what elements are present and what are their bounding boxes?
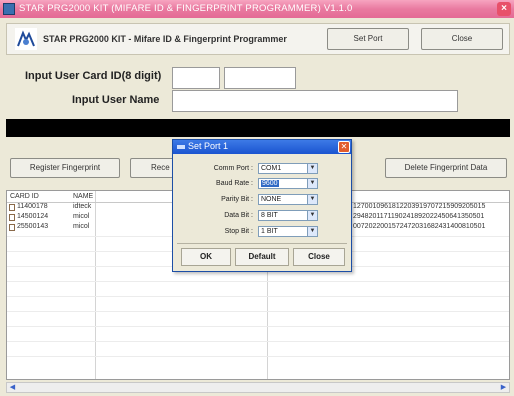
baud-rate-value: 9600	[261, 180, 279, 187]
set-port-dialog: Set Port 1 ✕ Comm Port : COM1 ▼ Baud Rat…	[172, 139, 352, 272]
card-id-input-1[interactable]	[172, 67, 220, 89]
dialog-close-icon[interactable]: ✕	[338, 141, 350, 153]
comm-port-value: COM1	[261, 165, 282, 172]
fingerprint-data-cell: 2948201171190241892022450641350501	[353, 213, 485, 220]
name-cell: micol	[73, 213, 90, 220]
receive-button[interactable]: Rece	[130, 158, 174, 178]
delete-fingerprint-data-button[interactable]: Delete Fingerprint Data	[385, 158, 507, 178]
row-divider	[7, 311, 509, 312]
baud-rate-label: Baud Rate :	[216, 180, 253, 187]
card-id-cell: 11400178	[17, 203, 48, 210]
name-cell: micol	[73, 223, 90, 230]
row-divider	[7, 296, 509, 297]
header-title: STAR PRG2000 KIT - Mifare ID & Fingerpri…	[43, 34, 287, 44]
register-fingerprint-button[interactable]: Register Fingerprint	[10, 158, 120, 178]
user-name-input[interactable]	[172, 90, 458, 112]
row-divider	[7, 341, 509, 342]
ok-button[interactable]: OK	[181, 248, 231, 266]
parity-bit-select[interactable]: NONE ▼	[258, 194, 318, 205]
chevron-down-icon[interactable]: ▼	[307, 179, 317, 188]
fingerprint-data-cell: 0072022001572472031682431400810501	[353, 223, 486, 230]
row-divider	[7, 326, 509, 327]
card-id-cell: 25500143	[17, 223, 49, 230]
fingerprint-data-cell: 1270010961812203919707215909205015	[353, 203, 486, 210]
status-bar	[6, 119, 510, 137]
column-divider	[95, 191, 96, 379]
stop-bit-label: Stop Bit :	[224, 228, 253, 235]
fingerprint-logo-icon	[15, 28, 37, 50]
dialog-title: Set Port 1	[188, 141, 229, 151]
default-button[interactable]: Default	[235, 248, 289, 266]
window-title: STAR PRG2000 KIT (MIFARE ID & FINGERPRIN…	[19, 3, 353, 14]
record-icon	[9, 204, 15, 211]
window-close-icon[interactable]: ×	[497, 2, 511, 16]
scroll-left-icon[interactable]: ◀	[7, 383, 18, 392]
scroll-right-icon[interactable]: ▶	[498, 383, 509, 392]
comm-port-select[interactable]: COM1 ▼	[258, 163, 318, 174]
app-icon	[3, 3, 15, 15]
horizontal-scrollbar[interactable]: ◀ ▶	[6, 382, 510, 393]
dialog-divider	[177, 243, 347, 244]
stop-bit-value: 1 BIT	[261, 228, 278, 235]
chevron-down-icon[interactable]: ▼	[307, 195, 317, 204]
user-name-label: Input User Name	[72, 94, 160, 106]
record-icon	[9, 214, 15, 221]
parity-bit-label: Parity Bit :	[221, 196, 253, 203]
close-button[interactable]: Close	[421, 28, 503, 50]
card-id-cell: 14500124	[17, 213, 49, 220]
data-bit-select[interactable]: 8 BIT ▼	[258, 210, 318, 221]
data-bit-label: Data Bit :	[224, 212, 253, 219]
row-divider	[7, 281, 509, 282]
main-window: STAR PRG2000 KIT (MIFARE ID & FINGERPRIN…	[0, 0, 514, 396]
data-bit-value: 8 BIT	[261, 212, 278, 219]
chevron-down-icon[interactable]: ▼	[307, 164, 317, 173]
card-id-label: Input User Card ID(8 digit)	[25, 70, 162, 82]
stop-bit-select[interactable]: 1 BIT ▼	[258, 226, 318, 237]
dialog-window-icon	[177, 145, 185, 149]
dialog-titlebar[interactable]: Set Port 1 ✕	[173, 140, 351, 154]
dialog-close-button[interactable]: Close	[293, 248, 345, 266]
window-titlebar[interactable]: STAR PRG2000 KIT (MIFARE ID & FINGERPRIN…	[0, 0, 514, 18]
comm-port-label: Comm Port :	[213, 165, 253, 172]
chevron-down-icon[interactable]: ▼	[307, 211, 317, 220]
set-port-button[interactable]: Set Port	[327, 28, 409, 50]
row-divider	[7, 356, 509, 357]
name-cell: idteck	[73, 203, 92, 210]
parity-bit-value: NONE	[261, 196, 282, 203]
card-id-input-2[interactable]	[224, 67, 296, 89]
baud-rate-select[interactable]: 9600 ▼	[258, 178, 318, 189]
header-panel: STAR PRG2000 KIT - Mifare ID & Fingerpri…	[6, 23, 510, 55]
chevron-down-icon[interactable]: ▼	[307, 227, 317, 236]
record-icon	[9, 224, 15, 231]
